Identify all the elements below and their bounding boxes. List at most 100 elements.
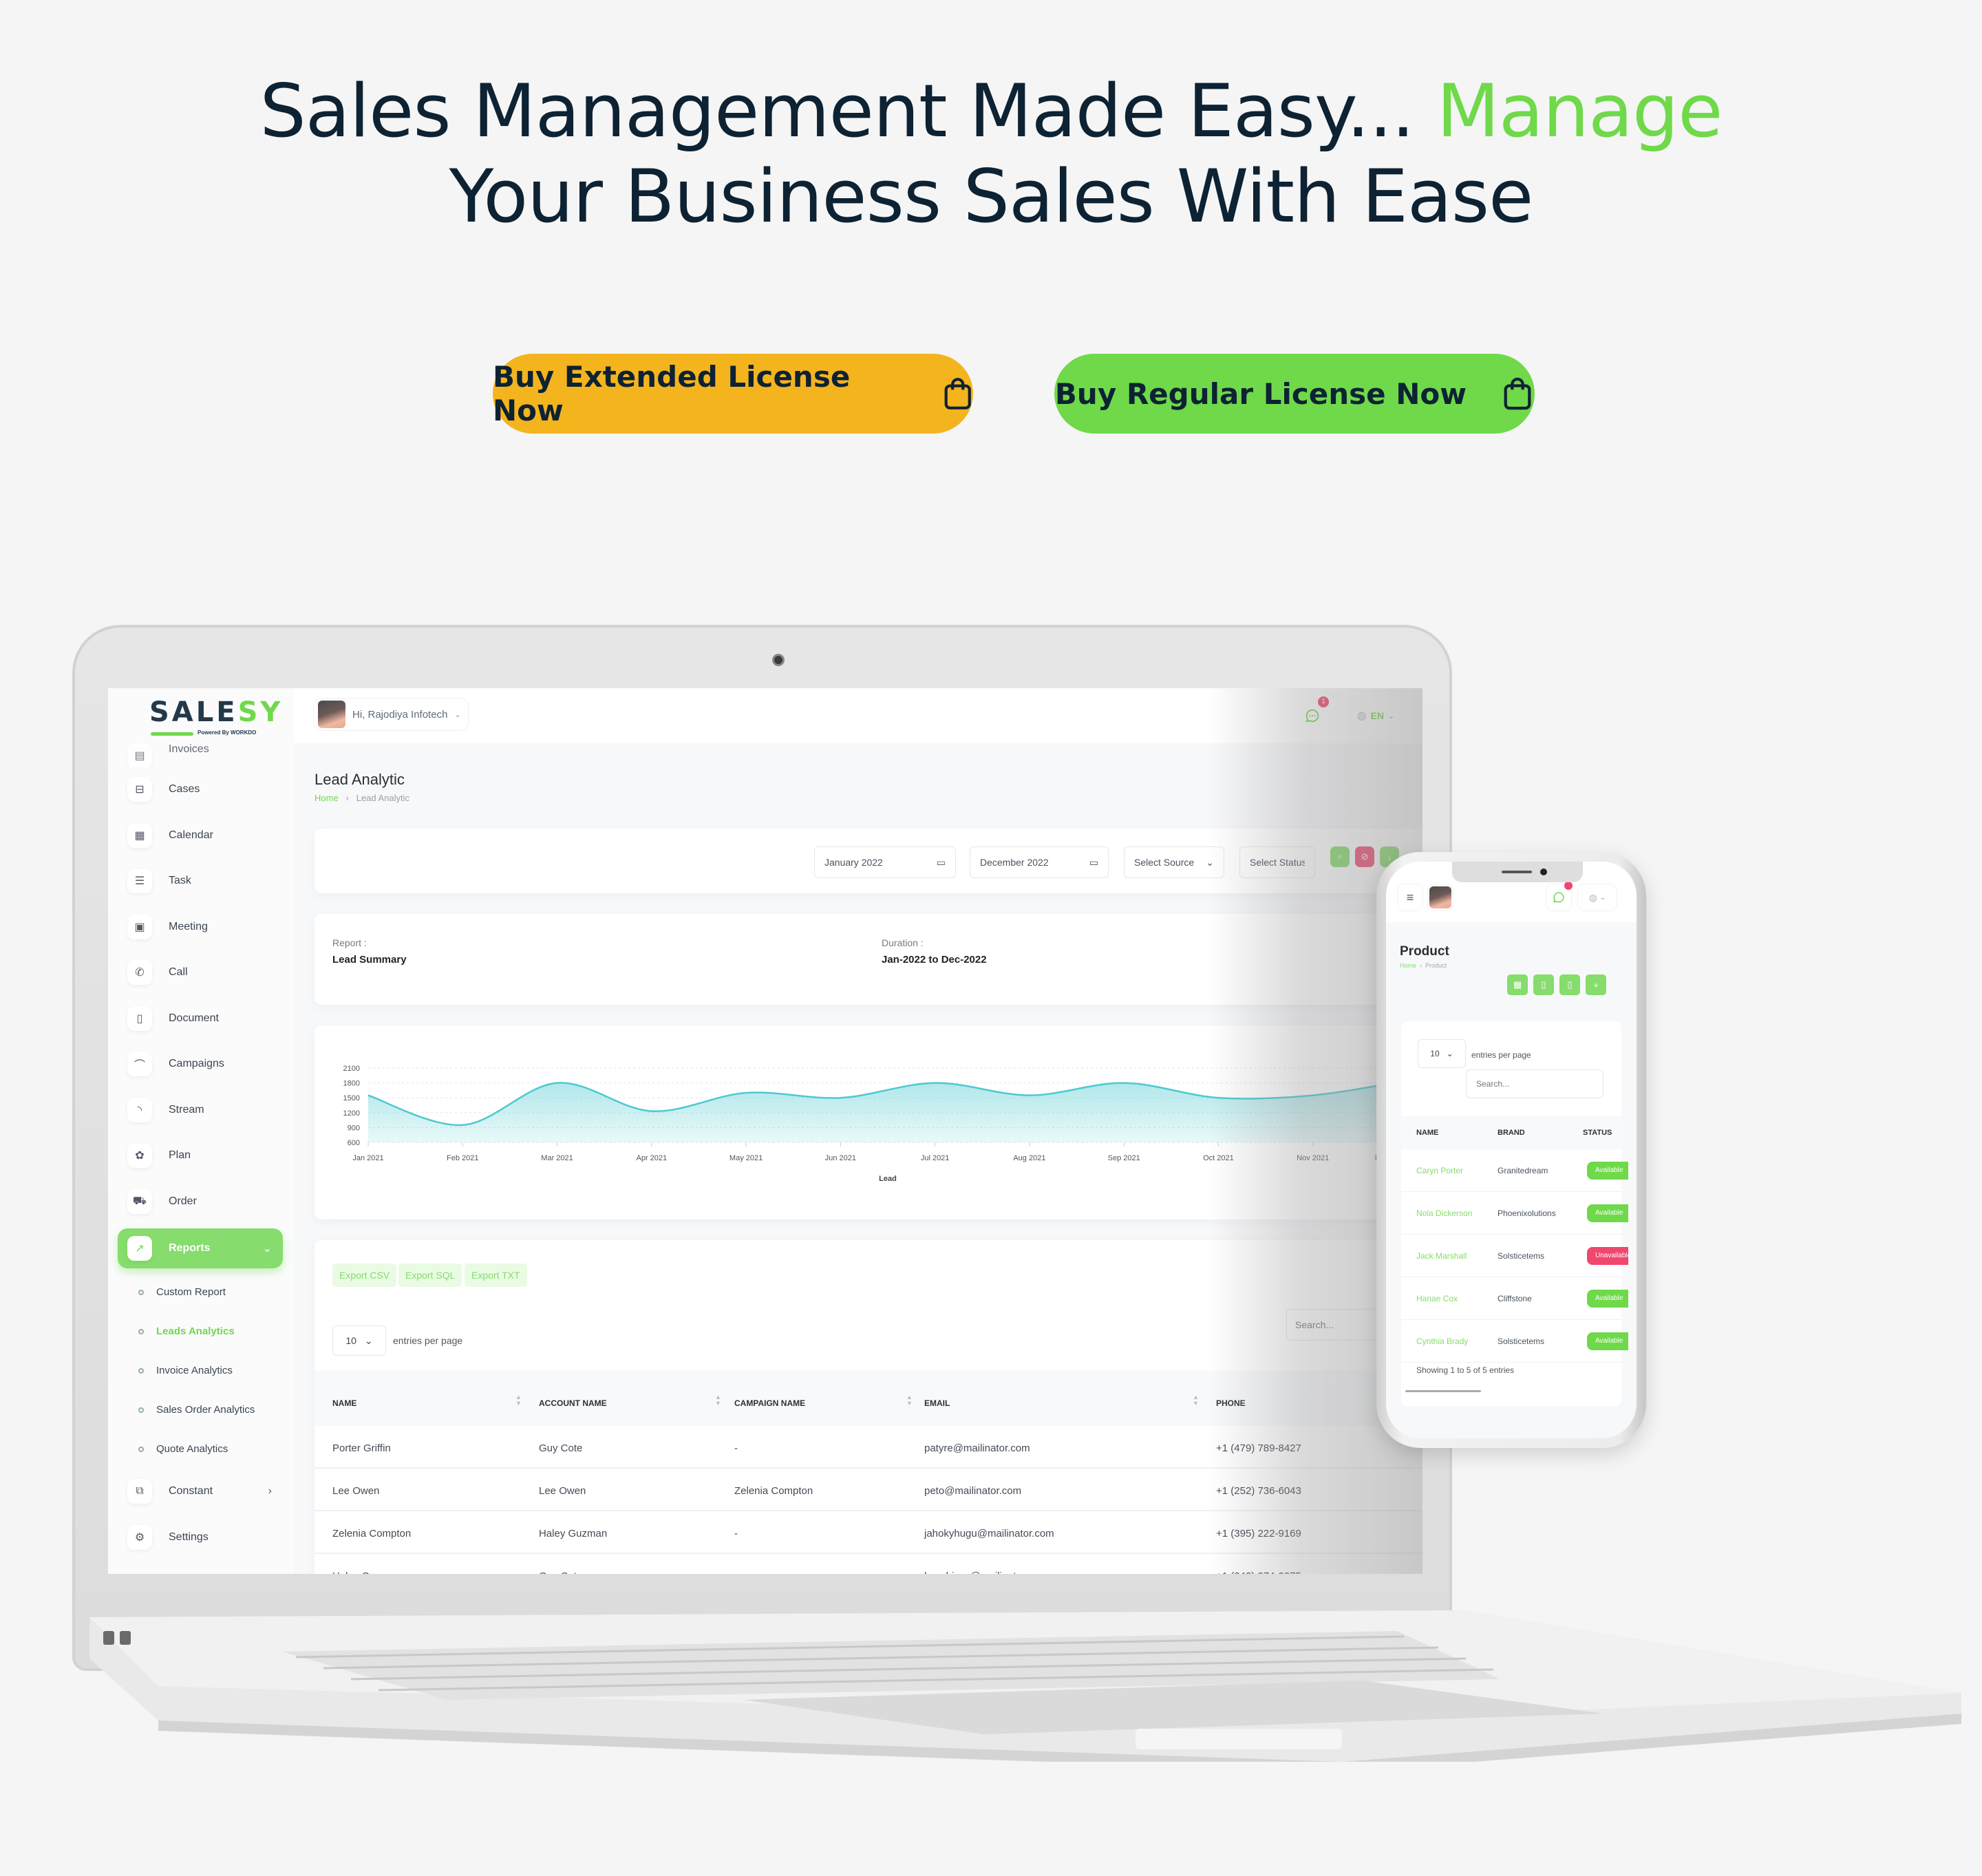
sidebar-item-settings[interactable]: ⚙ Settings — [118, 1515, 283, 1561]
breadcrumb-home-link[interactable]: Home — [315, 793, 339, 803]
column-header-name[interactable]: NAME ▲ ▼ — [332, 1394, 522, 1409]
phone-breadcrumb-home[interactable]: Home — [1400, 962, 1416, 969]
report-value: Lead Summary — [332, 954, 407, 966]
status-select[interactable]: Select Status — [1239, 846, 1315, 878]
sidebar-item-constant[interactable]: ⧉ Constant › — [118, 1469, 283, 1515]
sidebar-item-calendar[interactable]: ▦ Calendar — [118, 813, 283, 859]
phone-table-footer: Showing 1 to 5 of 5 entries — [1416, 1365, 1515, 1375]
table-row[interactable]: Porter Griffin Guy Cote - patyre@mailinator… — [315, 1427, 1422, 1469]
phone-messages-button[interactable] — [1546, 882, 1573, 911]
sidebar-item-meeting[interactable]: ▣ Meeting — [118, 904, 283, 950]
sidebar-item-stream[interactable]: ◝ Stream — [118, 1087, 283, 1133]
column-header-status[interactable]: STATUS — [1583, 1129, 1612, 1137]
language-selector[interactable]: ◍ EN ⌄ — [1347, 701, 1405, 731]
column-header-email[interactable]: EMAIL ▲ ▼ — [924, 1394, 1199, 1409]
table-row[interactable]: Haley Guzman Guy Cote - hozybizyq@mailinato… — [315, 1555, 1422, 1574]
phone-avatar-button[interactable] — [1427, 884, 1453, 911]
table-cell: +1 (395) 222-9169 — [1216, 1528, 1301, 1539]
y-tick-label: 1500 — [343, 1094, 360, 1102]
hamburger-icon: ≡ — [1406, 890, 1414, 904]
horizontal-scrollbar[interactable] — [1405, 1390, 1481, 1392]
plus-icon: + — [1593, 979, 1599, 990]
column-header-name[interactable]: NAME — [1416, 1129, 1438, 1137]
sidebar-nav: ▤ Invoices ⊟ Cases ▦ Calendar ☰ Task ▣ M… — [118, 743, 283, 1560]
buy-regular-license-button[interactable]: Buy Regular License Now — [1054, 354, 1535, 434]
product-name-link[interactable]: Caryn Porter — [1416, 1166, 1463, 1175]
phone-search-input[interactable] — [1466, 1069, 1603, 1098]
x-tick-label: Mar 2021 — [541, 1154, 573, 1162]
menu-button[interactable]: ≡ — [1397, 884, 1423, 911]
product-name-link[interactable]: Cynthia Brady — [1416, 1336, 1468, 1346]
export-button[interactable]: ▯ — [1559, 974, 1580, 995]
sidebar-item-plan[interactable]: ✿ Plan — [118, 1133, 283, 1179]
table-row[interactable]: Lee Owen Lee Owen Zelenia Compton peto@mail… — [315, 1470, 1422, 1511]
entries-per-page-select[interactable]: 10 ⌄ — [332, 1325, 386, 1356]
sidebar-subitem-sales-order-analytics[interactable]: Sales Order Analytics — [118, 1390, 283, 1429]
export-txt-button[interactable]: Export TXT — [465, 1264, 527, 1287]
headline-accent-text: Manage — [1436, 69, 1723, 153]
sidebar-item-invoices[interactable]: ▤ Invoices — [118, 743, 283, 767]
add-product-button[interactable]: + — [1586, 974, 1606, 995]
phone-entries-per-page-select[interactable]: 10 ⌄ — [1418, 1039, 1466, 1068]
phone-language-selector[interactable]: ◍ ⌄ — [1577, 884, 1617, 911]
sidebar-subitem-leads-analytics[interactable]: Leads Analytics — [118, 1312, 283, 1351]
headline-line-2: Your Business Sales With Ease — [449, 154, 1534, 239]
source-select[interactable]: Select Source ⌄ — [1124, 846, 1224, 878]
status-badge: Available — [1587, 1162, 1628, 1180]
grid-view-button[interactable]: ▦ — [1507, 974, 1528, 995]
end-month-input[interactable]: December 2022 ▭ — [970, 846, 1109, 878]
hero-headline: Sales Management Made Easy... Manage You… — [0, 69, 1982, 239]
avatar — [318, 701, 345, 728]
product-row[interactable]: Hanae Cox Cliffstone Available — [1401, 1279, 1628, 1320]
sort-icon: ▲ ▼ — [1193, 1394, 1199, 1407]
column-header-account-name[interactable]: ACCOUNT NAME ▲ ▼ — [539, 1394, 721, 1409]
product-name-link[interactable]: Jack Marshall — [1416, 1251, 1467, 1261]
sidebar-item-call[interactable]: ✆ Call — [118, 950, 283, 996]
buy-extended-license-button[interactable]: Buy Extended License Now — [493, 354, 973, 434]
download-icon: ↓ — [1387, 851, 1392, 862]
export-sql-button[interactable]: Export SQL — [398, 1264, 462, 1287]
user-menu[interactable]: Hi, Rajodiya Infotech ⌄ — [313, 698, 469, 731]
table-cell: Haley Guzman — [539, 1528, 608, 1539]
reset-button[interactable]: ⊘ — [1355, 846, 1374, 867]
sidebar-item-reports[interactable]: ↗ Reports ⌄ — [118, 1228, 283, 1268]
product-row[interactable]: Jack Marshall Solsticetems Unavailable — [1401, 1236, 1628, 1277]
status-badge: Available — [1587, 1290, 1628, 1308]
bullet-icon — [138, 1367, 144, 1374]
bullet-icon — [138, 1289, 144, 1295]
shopping-bag-icon — [1504, 377, 1531, 410]
product-brand: Granitedream — [1498, 1166, 1548, 1175]
column-header-phone[interactable]: PHONE — [1216, 1398, 1246, 1408]
search-button[interactable]: ⌕ — [1330, 846, 1350, 867]
table-row[interactable]: Zelenia Compton Haley Guzman - jahokyhugu@m… — [315, 1513, 1422, 1554]
import-button[interactable]: ▯ — [1533, 974, 1554, 995]
phone-camera — [1540, 868, 1547, 875]
product-brand: Cliffstone — [1498, 1294, 1532, 1303]
product-row[interactable]: Nola Dickerson Phoenixolutions Available — [1401, 1193, 1628, 1235]
export-csv-button[interactable]: Export CSV — [332, 1264, 397, 1287]
chat-icon — [1306, 709, 1319, 723]
sidebar-item-document[interactable]: ▯ Document — [118, 996, 283, 1042]
start-month-input[interactable]: January 2022 ▭ — [814, 846, 956, 878]
sidebar-item-task[interactable]: ☰ Task — [118, 858, 283, 904]
product-name-link[interactable]: Hanae Cox — [1416, 1294, 1458, 1303]
product-name-link[interactable]: Nola Dickerson — [1416, 1208, 1472, 1218]
column-header-campaign-name[interactable]: CAMPAIGN NAME ▲ ▼ — [734, 1394, 913, 1409]
product-row[interactable]: Cynthia Brady Solsticetems Available — [1401, 1321, 1628, 1363]
column-header-brand[interactable]: BRAND — [1498, 1129, 1525, 1137]
table-cell: - — [734, 1570, 738, 1574]
product-row[interactable]: Caryn Porter Granitedream Available — [1401, 1151, 1628, 1192]
file-import-icon: ▯ — [1541, 979, 1546, 990]
y-tick-label: 900 — [348, 1124, 360, 1132]
sidebar-subitem-custom-report[interactable]: Custom Report — [118, 1272, 283, 1312]
x-tick-label: Oct 2021 — [1203, 1154, 1234, 1162]
sidebar-item-cases[interactable]: ⊟ Cases — [118, 767, 283, 813]
sidebar-subitem-invoice-analytics[interactable]: Invoice Analytics — [118, 1351, 283, 1390]
chevron-down-icon: ⌄ — [262, 1243, 272, 1255]
phone-screen: ≡ ◍ ⌄ Product Home › Product ▦ ▯ ▯ + 10 ⌄ … — [1386, 862, 1637, 1438]
sidebar-item-campaigns[interactable]: ⌒ Campaigns — [118, 1041, 283, 1087]
sidebar-subitem-quote-analytics[interactable]: Quote Analytics — [118, 1429, 283, 1469]
messages-button[interactable]: 1 — [1299, 696, 1329, 731]
rss-icon: ◝ — [127, 1097, 152, 1122]
sidebar-item-order[interactable]: ⛟ Order — [118, 1179, 283, 1225]
